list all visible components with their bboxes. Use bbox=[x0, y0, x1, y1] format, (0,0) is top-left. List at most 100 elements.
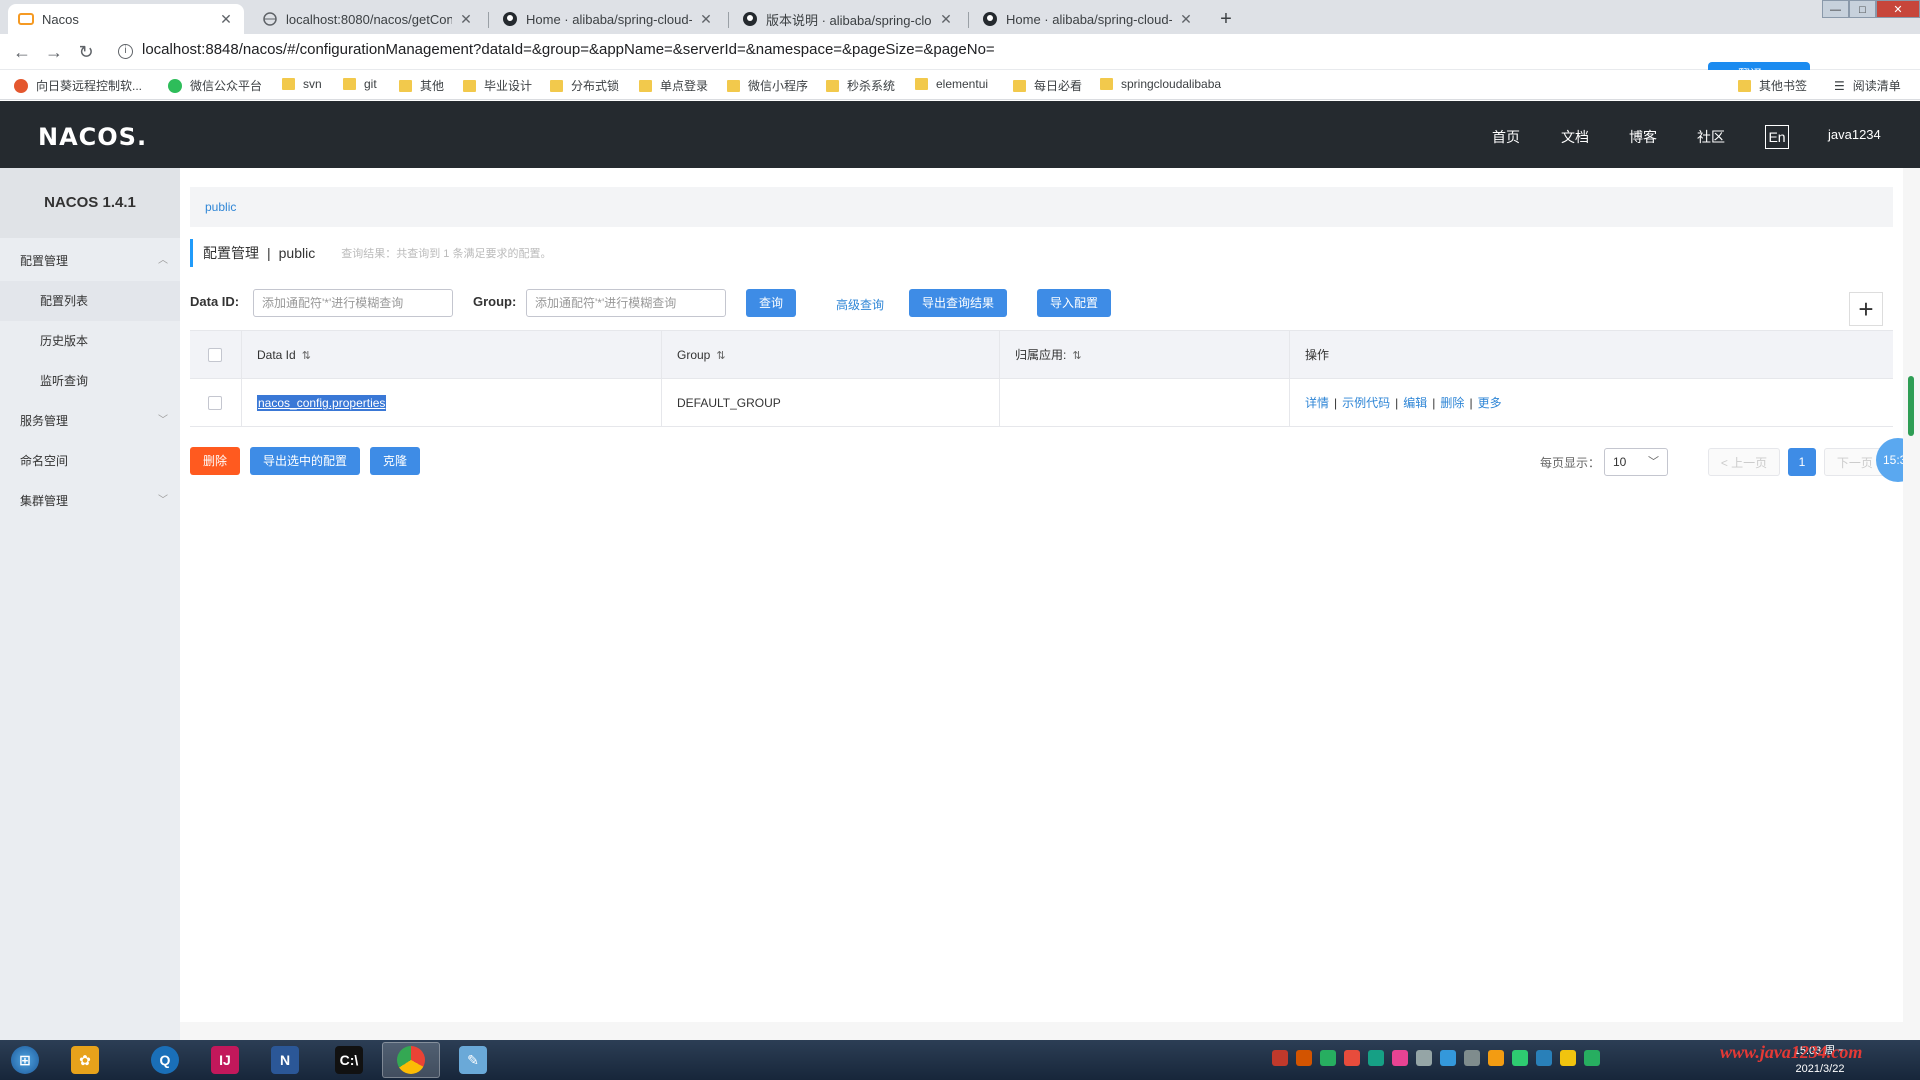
bookmark-item[interactable]: springcloudalibaba bbox=[1100, 77, 1221, 91]
volume-icon[interactable] bbox=[1560, 1050, 1576, 1066]
op-more-link[interactable]: 更多 bbox=[1478, 396, 1502, 410]
tray-icon[interactable] bbox=[1392, 1050, 1408, 1066]
user-name[interactable]: java1234 bbox=[1828, 127, 1881, 142]
tray-icon[interactable] bbox=[1416, 1050, 1432, 1066]
nav-community[interactable]: 社区 bbox=[1697, 127, 1725, 147]
taskbar-app[interactable]: ✎ bbox=[444, 1042, 502, 1078]
reading-list[interactable]: ☰ 阅读清单 bbox=[1834, 77, 1901, 94]
sidebar-item-config-management[interactable]: 配置管理 ︿ bbox=[0, 241, 180, 281]
tray-icon[interactable] bbox=[1536, 1050, 1552, 1066]
op-sample-code-link[interactable]: 示例代码 bbox=[1342, 396, 1390, 410]
close-tab-icon[interactable]: ✕ bbox=[938, 11, 954, 28]
select-all-checkbox[interactable] bbox=[208, 348, 222, 362]
bookmark-item[interactable]: 单点登录 bbox=[639, 77, 708, 94]
column-header-group[interactable]: Group ⇅ bbox=[661, 331, 999, 379]
sidebar-item-cluster-management[interactable]: 集群管理 ﹀ bbox=[0, 481, 180, 521]
close-tab-icon[interactable]: ✕ bbox=[458, 11, 474, 28]
tray-icon[interactable] bbox=[1320, 1050, 1336, 1066]
bookmark-other[interactable]: 其他书签 bbox=[1738, 77, 1807, 94]
start-button[interactable]: ⊞ bbox=[0, 1042, 50, 1078]
back-arrow-icon[interactable]: ← bbox=[12, 42, 32, 62]
tray-icon[interactable] bbox=[1464, 1050, 1480, 1066]
op-edit-link[interactable]: 编辑 bbox=[1403, 396, 1427, 410]
advanced-query-link[interactable]: 高级查询 bbox=[836, 296, 884, 313]
taskbar-app[interactable]: ✿ bbox=[56, 1042, 114, 1078]
window-close-button[interactable]: ✕ bbox=[1876, 0, 1920, 18]
dataid-input[interactable]: 添加通配符'*'进行模糊查询 bbox=[253, 289, 453, 317]
bookmark-item[interactable]: 其他 bbox=[399, 77, 444, 94]
delete-button[interactable]: 删除 bbox=[190, 447, 240, 475]
close-tab-icon[interactable]: ✕ bbox=[218, 11, 234, 28]
query-button[interactable]: 查询 bbox=[746, 289, 796, 317]
sort-icon[interactable]: ⇅ bbox=[716, 350, 725, 362]
taskbar-app[interactable]: N bbox=[256, 1042, 314, 1078]
bookmark-item[interactable]: 分布式锁 bbox=[550, 77, 619, 94]
forward-arrow-icon[interactable]: → bbox=[44, 42, 64, 62]
nav-docs[interactable]: 文档 bbox=[1561, 127, 1589, 147]
add-config-button[interactable]: + bbox=[1849, 292, 1883, 326]
export-results-button[interactable]: 导出查询结果 bbox=[909, 289, 1007, 317]
taskbar-app[interactable]: IJ bbox=[196, 1042, 254, 1078]
vertical-scrollbar[interactable] bbox=[1903, 168, 1920, 1040]
tray-icon[interactable] bbox=[1440, 1050, 1456, 1066]
nav-home[interactable]: 首页 bbox=[1492, 127, 1520, 147]
sidebar-item-history[interactable]: 历史版本 bbox=[0, 321, 180, 361]
clone-button[interactable]: 克隆 bbox=[370, 447, 420, 475]
tab-localhost-8080[interactable]: localhost:8080/nacos/getCont ✕ bbox=[252, 4, 484, 34]
maximize-button[interactable]: □ bbox=[1849, 0, 1876, 18]
dataid-value[interactable]: nacos_config.properties bbox=[257, 395, 387, 411]
tray-icon[interactable] bbox=[1296, 1050, 1312, 1066]
sort-icon[interactable]: ⇅ bbox=[1072, 350, 1081, 362]
namespace-tab-public[interactable]: public bbox=[205, 200, 236, 214]
export-selected-button[interactable]: 导出选中的配置 bbox=[250, 447, 360, 475]
bookmark-item[interactable]: 微信公众平台 bbox=[168, 77, 262, 94]
row-checkbox[interactable] bbox=[208, 396, 222, 410]
taskbar-app[interactable]: C:\ bbox=[320, 1042, 378, 1078]
tray-icon[interactable] bbox=[1512, 1050, 1528, 1066]
tray-icon[interactable] bbox=[1344, 1050, 1360, 1066]
reload-icon[interactable]: ↻ bbox=[76, 42, 96, 62]
op-detail-link[interactable]: 详情 bbox=[1305, 396, 1329, 410]
tab-github-home-1[interactable]: Home · alibaba/spring-cloud- ✕ bbox=[492, 4, 724, 34]
group-input[interactable]: 添加通配符'*'进行模糊查询 bbox=[526, 289, 726, 317]
bookmark-item[interactable]: 每日必看 bbox=[1013, 77, 1082, 94]
sidebar-item-service-management[interactable]: 服务管理 ﹀ bbox=[0, 401, 180, 441]
nav-blog[interactable]: 博客 bbox=[1629, 127, 1657, 147]
site-info-icon[interactable]: i bbox=[118, 44, 133, 59]
sidebar-item-namespace[interactable]: 命名空间 bbox=[0, 441, 180, 481]
wechat-tray-icon[interactable] bbox=[1584, 1050, 1600, 1066]
nacos-logo[interactable]: NACOS. bbox=[38, 123, 147, 151]
tab-github-version[interactable]: 版本说明 · alibaba/spring-clou ✕ bbox=[732, 4, 964, 34]
minimize-button[interactable]: — bbox=[1822, 0, 1849, 18]
import-config-button[interactable]: 导入配置 bbox=[1037, 289, 1111, 317]
sidebar-item-listener-query[interactable]: 监听查询 bbox=[0, 361, 180, 401]
tray-icon[interactable] bbox=[1368, 1050, 1384, 1066]
close-tab-icon[interactable]: ✕ bbox=[1178, 11, 1194, 28]
page-1-button[interactable]: 1 bbox=[1788, 448, 1816, 476]
new-tab-button[interactable]: + bbox=[1213, 6, 1239, 32]
bookmark-item[interactable]: 微信小程序 bbox=[727, 77, 808, 94]
column-header-app[interactable]: 归属应用: ⇅ bbox=[999, 331, 1289, 379]
language-toggle-button[interactable]: En bbox=[1765, 125, 1789, 149]
sidebar-item-config-list[interactable]: 配置列表 bbox=[0, 281, 180, 321]
tray-icon[interactable] bbox=[1272, 1050, 1288, 1066]
bookmark-item[interactable]: git bbox=[343, 77, 377, 91]
bookmark-item[interactable]: 秒杀系统 bbox=[826, 77, 895, 94]
horizontal-scrollbar[interactable] bbox=[180, 1022, 1903, 1040]
close-tab-icon[interactable]: ✕ bbox=[698, 11, 714, 28]
taskbar-app[interactable] bbox=[382, 1042, 440, 1078]
op-delete-link[interactable]: 删除 bbox=[1440, 396, 1464, 410]
tab-nacos[interactable]: Nacos ✕ bbox=[8, 4, 244, 34]
bookmark-item[interactable]: svn bbox=[282, 77, 322, 91]
column-header-dataid[interactable]: Data Id ⇅ bbox=[241, 331, 661, 379]
bookmark-item[interactable]: 向日葵远程控制软... bbox=[14, 77, 142, 94]
bookmark-item[interactable]: elementui bbox=[915, 77, 988, 91]
scrollbar-thumb[interactable] bbox=[1908, 376, 1914, 436]
bookmark-item[interactable]: 毕业设计 bbox=[463, 77, 532, 94]
tab-github-home-2[interactable]: Home · alibaba/spring-cloud- ✕ bbox=[972, 4, 1204, 34]
page-size-select[interactable]: 10 ﹀ bbox=[1604, 448, 1668, 476]
url-field[interactable]: localhost:8848/nacos/#/configurationMana… bbox=[142, 41, 995, 58]
tray-icon[interactable] bbox=[1488, 1050, 1504, 1066]
prev-page-button[interactable]: < 上一页 bbox=[1708, 448, 1780, 476]
taskbar-app[interactable]: Q bbox=[136, 1042, 194, 1078]
